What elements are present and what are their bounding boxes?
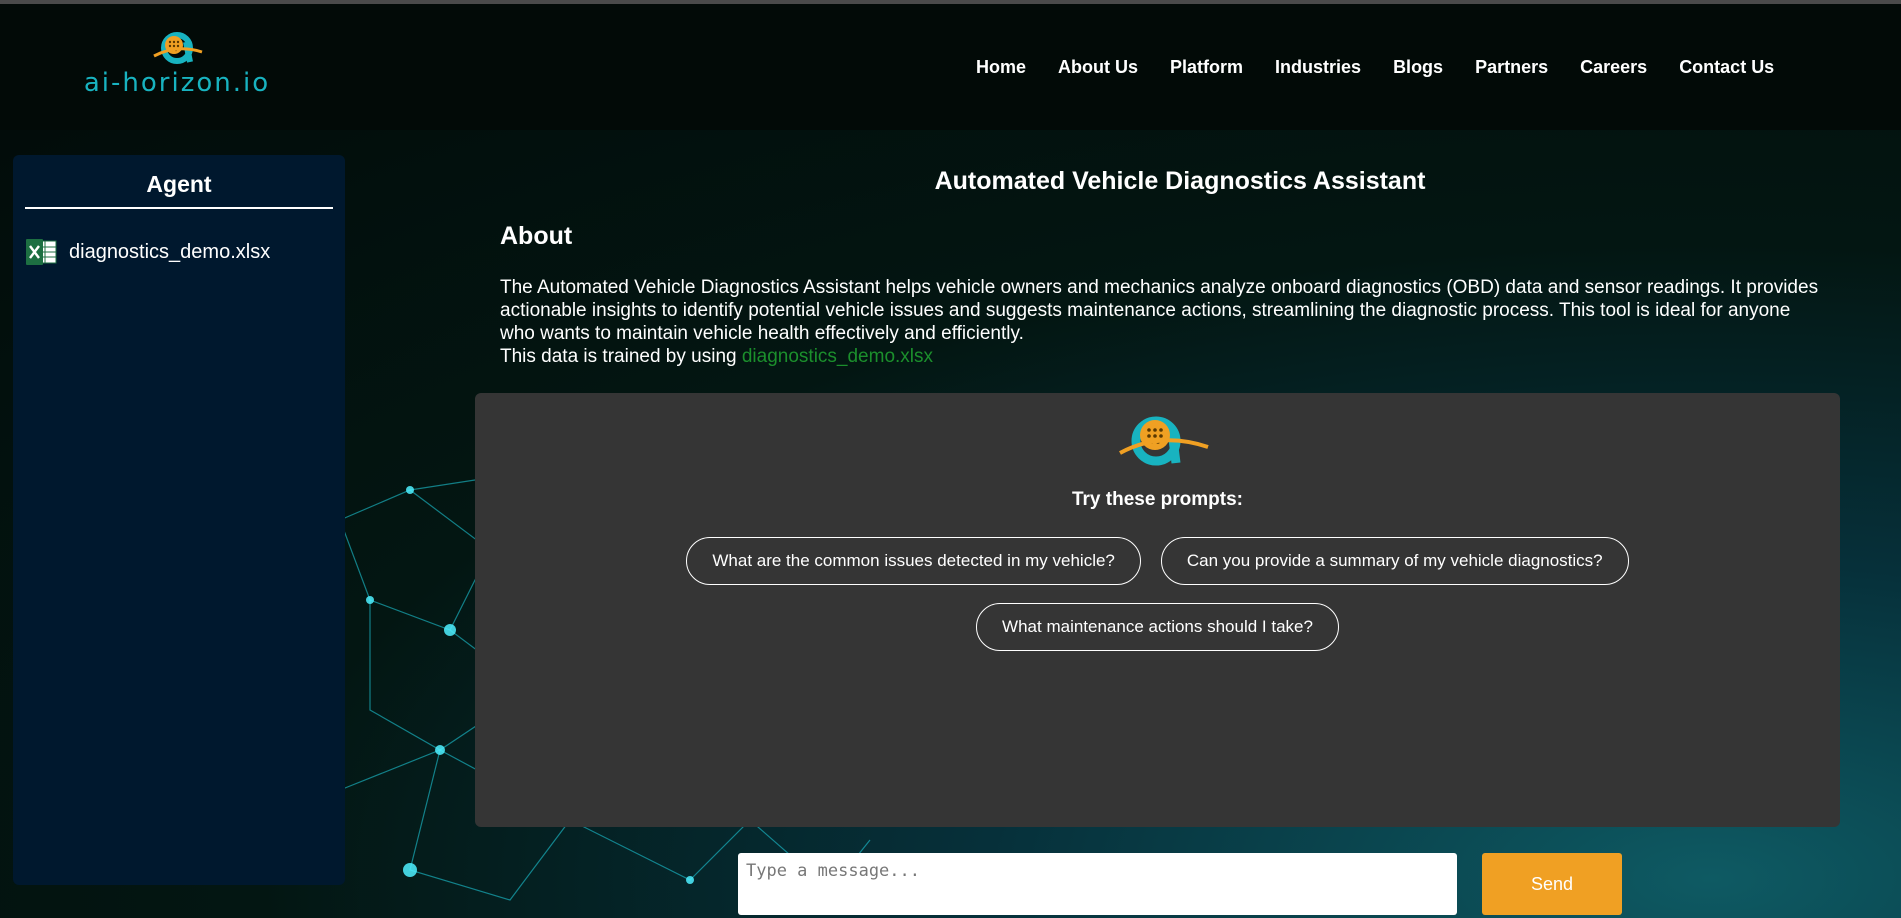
nav-blogs[interactable]: Blogs — [1377, 57, 1459, 78]
excel-file-icon — [26, 239, 57, 265]
trained-file-link[interactable]: diagnostics_demo.xlsx — [742, 346, 933, 367]
prompt-button-maintenance[interactable]: What maintenance actions should I take? — [976, 603, 1339, 651]
nav-partners[interactable]: Partners — [1459, 57, 1564, 78]
file-name: diagnostics_demo.xlsx — [69, 240, 271, 263]
message-input[interactable] — [738, 853, 1457, 915]
nav-contact-us[interactable]: Contact Us — [1663, 57, 1790, 78]
nav-platform[interactable]: Platform — [1154, 57, 1259, 78]
chat-panel: Try these prompts: What are the common i… — [475, 393, 1840, 827]
trained-by-text: This data is trained by using — [500, 346, 742, 367]
nav-industries[interactable]: Industries — [1259, 57, 1377, 78]
site-logo[interactable]: ai-horizon.io — [82, 28, 272, 104]
sidebar-file-item[interactable]: diagnostics_demo.xlsx — [25, 239, 270, 265]
prompt-button-summary[interactable]: Can you provide a summary of my vehicle … — [1160, 537, 1629, 585]
sidebar-title: Agent — [25, 167, 333, 209]
ai-horizon-logo-icon — [153, 32, 203, 64]
prompt-row-2: What maintenance actions should I take? — [475, 603, 1840, 651]
nav-home[interactable]: Home — [960, 57, 1042, 78]
about-description: The Automated Vehicle Diagnostics Assist… — [500, 276, 1820, 368]
assistant-logo-icon — [1119, 416, 1209, 466]
nav-about-us[interactable]: About Us — [1042, 57, 1154, 78]
logo-text: ai-horizon.io — [83, 68, 271, 98]
send-button[interactable]: Send — [1482, 853, 1622, 915]
main-nav: Home About Us Platform Industries Blogs … — [960, 4, 1790, 130]
prompt-button-common-issues[interactable]: What are the common issues detected in m… — [686, 537, 1141, 585]
site-header: ai-horizon.io Home About Us Platform Ind… — [0, 4, 1901, 130]
about-text: The Automated Vehicle Diagnostics Assist… — [500, 277, 1819, 344]
prompts-heading: Try these prompts: — [1071, 489, 1244, 510]
agent-sidebar: Agent diagnostics_demo.xlsx — [13, 155, 345, 885]
page-title: Automated Vehicle Diagnostics Assistant — [934, 167, 1426, 195]
nav-careers[interactable]: Careers — [1564, 57, 1663, 78]
prompt-row-1: What are the common issues detected in m… — [475, 537, 1840, 585]
about-heading: About — [500, 222, 573, 250]
